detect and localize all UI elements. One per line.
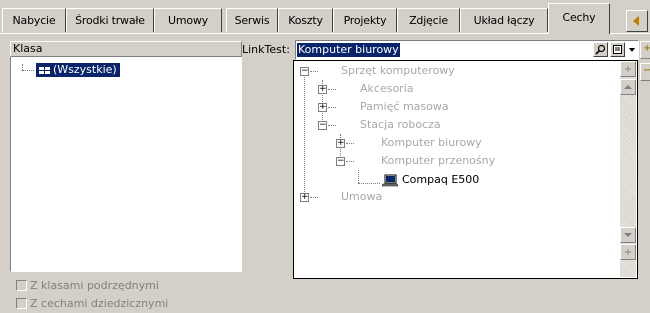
list-icon (613, 45, 622, 54)
inherited-checkbox-row[interactable]: Z cechami dziedzicznymi (16, 296, 168, 310)
class-tree-root-item[interactable]: (Wszystkie) (36, 63, 120, 77)
tree-expander[interactable]: − (336, 157, 345, 166)
tree-line (310, 197, 318, 198)
tab-label: Zdjęcie (409, 14, 448, 27)
tree-expander[interactable]: + (300, 193, 309, 202)
linktest-label: LinkTest: (242, 43, 290, 56)
root-item-label: (Wszystkie) (53, 63, 117, 76)
tree-node-akcesoria[interactable]: Akcesoria (360, 82, 414, 96)
tab-label: Nabycie (12, 14, 56, 27)
dropdown-arrow-icon[interactable] (626, 42, 638, 57)
side-remove-button[interactable]: − (640, 63, 650, 81)
scroll-top-button[interactable]: + (620, 61, 636, 77)
tab-label: Projekty (343, 14, 387, 27)
tab-serwis[interactable]: Serwis (226, 8, 278, 32)
tab-srodki-trwale[interactable]: Środki trwałe (66, 8, 154, 32)
subclasses-checkbox-label: Z klasami podrzędnymi (30, 278, 159, 292)
tree-expander[interactable]: + (336, 139, 345, 148)
search-button[interactable] (593, 42, 608, 57)
tab-koszty[interactable]: Koszty (278, 8, 333, 32)
scroll-up-button[interactable] (620, 79, 636, 95)
tree-line (304, 74, 305, 198)
tree-line (22, 70, 34, 71)
tab-scroll-left-button[interactable] (626, 10, 648, 32)
tab-umowy[interactable]: Umowy (154, 8, 222, 32)
tree-node-sprzet[interactable]: Sprzęt komputerowy (341, 64, 455, 78)
side-add-button[interactable]: + (640, 41, 650, 59)
tree-line (346, 161, 354, 162)
tree-node-compaq[interactable]: Compaq E500 (402, 173, 479, 187)
tree-line (310, 71, 318, 72)
tab-label: Umowy (167, 14, 208, 27)
tree-expander[interactable]: + (318, 103, 327, 112)
inherited-checkbox[interactable] (16, 297, 27, 309)
tab-label: Układ łączy (473, 14, 535, 27)
tab-label: Serwis (234, 14, 270, 27)
tree-line (328, 125, 336, 126)
tree-node-pamiec[interactable]: Pamięć masowa (360, 100, 449, 114)
scroll-up-arrow-icon (624, 85, 632, 89)
tab-label: Koszty (288, 14, 323, 27)
tree-line (358, 183, 380, 184)
search-icon (595, 44, 606, 55)
tab-nabycie[interactable]: Nabycie (2, 8, 66, 32)
inherited-checkbox-label: Z cechami dziedzicznymi (30, 296, 169, 310)
tab-projekty[interactable]: Projekty (333, 8, 397, 32)
tree-expander[interactable]: − (318, 121, 327, 130)
tab-label: Cechy (562, 10, 596, 24)
tab-uklad-laczy[interactable]: Układ łączy (460, 8, 548, 32)
tree-node-komputer-przenosny[interactable]: Komputer przenośny (381, 154, 495, 168)
tree-line (358, 170, 359, 183)
tree-line (328, 89, 336, 90)
tree-node-stacja[interactable]: Stacja robocza (360, 118, 441, 132)
tab-label: Środki trwałe (75, 14, 145, 27)
tree-node-komputer-biurowy[interactable]: Komputer biurowy (381, 136, 482, 150)
tree-node-umowa[interactable]: Umowa (341, 190, 382, 204)
tab-zdjecie[interactable]: Zdjęcie (397, 8, 460, 32)
laptop-icon (382, 174, 398, 187)
grid-icon (39, 66, 50, 74)
scroll-down-arrow-icon (624, 233, 632, 237)
class-tree[interactable] (10, 57, 242, 272)
tree-expander[interactable]: − (300, 67, 309, 76)
linktest-value[interactable]: Komputer biurowy (297, 43, 400, 57)
list-button[interactable] (610, 42, 625, 57)
tab-cechy[interactable]: Cechy (548, 3, 610, 34)
tree-line (328, 107, 336, 108)
tab-bar: Nabycie Środki trwałe Umowy Serwis Koszt… (0, 0, 650, 34)
linktest-dropdown-tree[interactable] (293, 60, 638, 279)
class-column-header[interactable]: Klasa (10, 41, 242, 57)
class-header-label: Klasa (13, 42, 43, 55)
subclasses-checkbox[interactable] (16, 279, 27, 291)
tree-line (346, 143, 354, 144)
scroll-bottom-button[interactable]: + (620, 244, 636, 260)
tree-expander[interactable]: + (318, 85, 327, 94)
scroll-down-button[interactable] (620, 227, 636, 243)
subclasses-checkbox-row[interactable]: Z klasami podrzędnymi (16, 278, 159, 292)
